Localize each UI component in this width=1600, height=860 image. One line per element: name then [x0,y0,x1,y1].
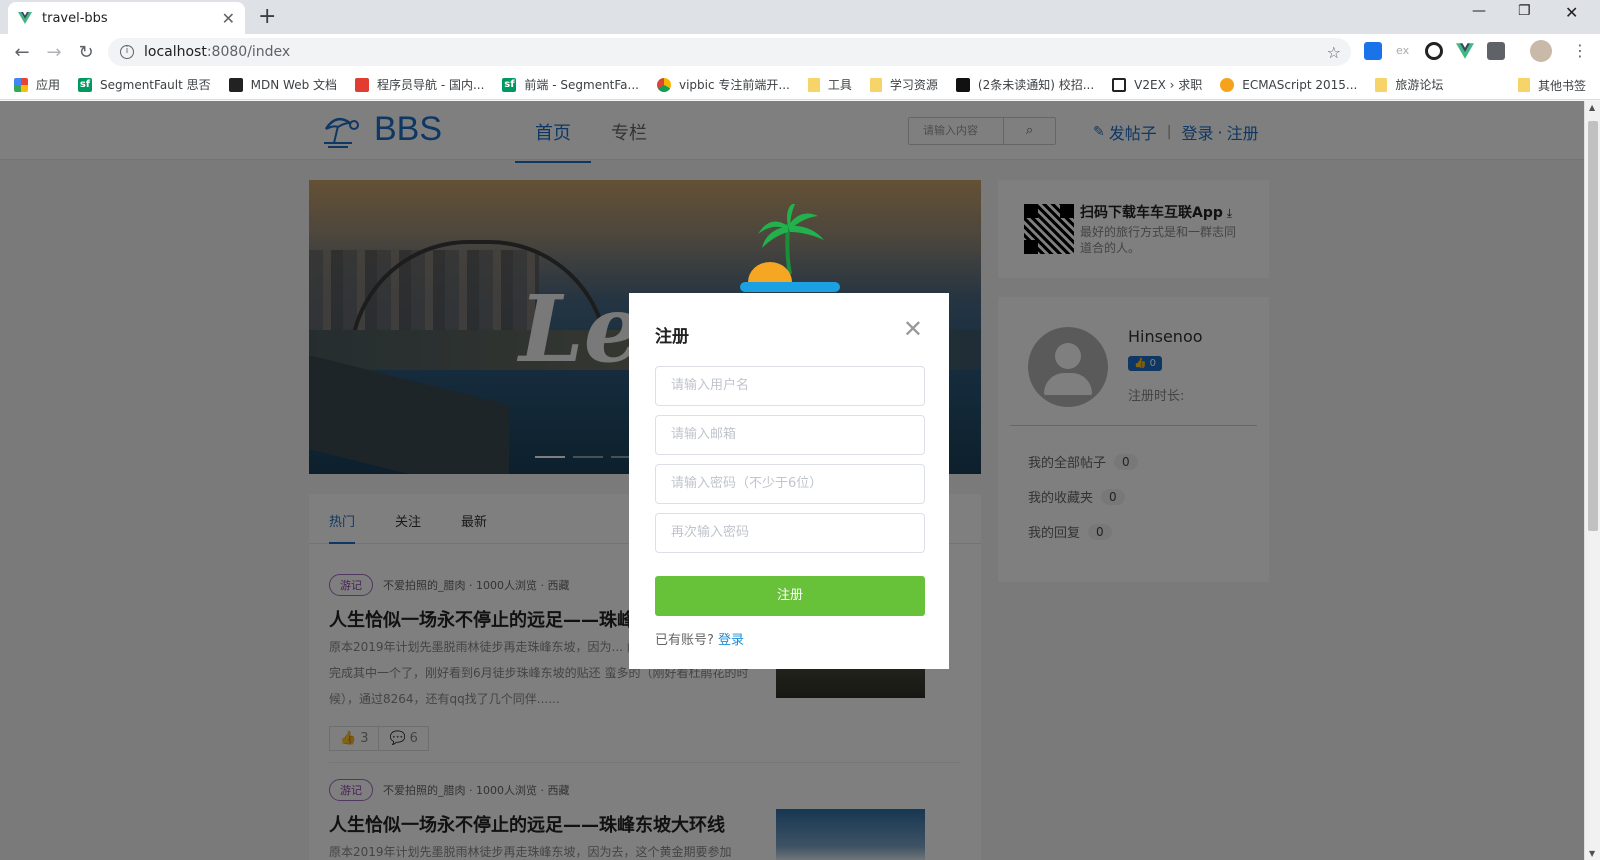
bookmark-apps[interactable]: 应用 [14,76,60,93]
bookmark-label: (2条未读通知) 校招... [977,78,1095,92]
bookmark-label: 其他书签 [1537,78,1586,93]
restore-icon[interactable]: ❐ [1518,3,1531,19]
bookmark-star-icon[interactable]: ☆ [1327,43,1341,62]
bookmark-label: 工具 [827,78,852,92]
scrollbar-thumb[interactable] [1588,121,1598,531]
extension-ring-icon[interactable] [1425,42,1443,60]
forward-icon[interactable]: → [38,42,70,63]
extension-vue-icon[interactable] [1456,42,1474,60]
browser-menu-icon[interactable]: ⋮ [1572,42,1590,60]
bookmark-coder-nav[interactable]: 程序员导航 - 国内... [355,76,484,93]
bookmark-label: 前端 - SegmentFa... [524,78,639,92]
register-submit-button[interactable]: 注册 [655,576,925,616]
confirm-password-field[interactable]: 再次输入密码 [655,513,925,553]
bookmark-segmentfault-fe[interactable]: sf 前端 - SegmentFa... [502,76,639,93]
modal-title: 注册 [655,327,689,347]
coder-nav-icon [355,77,370,92]
folder-icon [807,77,820,92]
browser-tab[interactable]: travel-bbs ✕ [8,2,245,34]
bookmarks-bar: 应用 sf SegmentFault 思否 MDN Web 文档 程序员导航 -… [0,70,1600,100]
folder-icon [1375,77,1388,92]
segmentfault-icon: sf [502,77,517,92]
v2ex-icon [1112,77,1127,92]
bookmark-label: 旅游论坛 [1395,78,1444,92]
scroll-up-icon[interactable]: ▲ [1589,103,1595,112]
palm-island-icon [740,204,840,292]
bookmark-v2ex[interactable]: V2EX › 求职 [1112,76,1202,93]
extension-save-icon[interactable] [1364,42,1382,60]
folder-icon [1517,78,1530,92]
bookmark-other[interactable]: 其他书签 [1517,70,1586,99]
vipbic-icon [656,77,671,92]
vue-icon [18,12,32,24]
apps-grid-icon [14,77,28,92]
scroll-down-icon[interactable]: ▼ [1589,849,1595,858]
tab-title: travel-bbs [42,10,108,26]
bookmark-ecma[interactable]: ECMAScript 2015... [1220,77,1358,92]
login-link[interactable]: 登录 [718,633,744,648]
bookmark-label: SegmentFault 思否 [100,78,211,92]
page-scrollbar[interactable]: ▲ ▼ [1584,101,1600,860]
bookmark-label: 学习资源 [889,78,938,92]
bookmark-folder-tools[interactable]: 工具 [807,76,852,93]
have-account-text: 已有账号? [655,633,714,648]
segmentfault-icon: sf [78,77,93,92]
bookmark-vipbic[interactable]: vipbic 专注前端开... [656,76,790,93]
email-field[interactable]: 请输入邮箱 [655,415,925,455]
bookmark-segmentfault[interactable]: sf SegmentFault 思否 [78,76,211,93]
reload-icon[interactable]: ↻ [70,42,102,63]
username-field[interactable]: 请输入用户名 [655,366,925,406]
extension-cast-icon[interactable] [1487,42,1505,60]
bookmark-mdn[interactable]: MDN Web 文档 [228,76,338,93]
minimize-icon[interactable]: — [1472,3,1486,19]
bookmark-label: ECMAScript 2015... [1242,77,1358,92]
bookmark-label: vipbic 专注前端开... [678,78,790,92]
browser-tabbar: travel-bbs ✕ + — ❐ ✕ [0,0,1600,34]
ecma-icon [1220,77,1235,92]
url-field[interactable]: i localhost:8080/index ☆ [108,38,1351,66]
bookmark-label: 应用 [36,78,61,92]
info-icon[interactable]: i [120,45,134,59]
tab-close-icon[interactable]: ✕ [222,9,235,28]
bookmark-nowcoder[interactable]: (2条未读通知) 校招... [955,76,1095,93]
register-modal: 注册 ✕ 请输入用户名 请输入邮箱 请输入密码（不少于6位） 再次输入密码 注册… [629,293,949,669]
profile-avatar-icon[interactable] [1530,40,1552,62]
bookmark-label: MDN Web 文档 [250,78,338,92]
window-close-icon[interactable]: ✕ [1565,3,1578,22]
url-host: localhost [144,44,207,60]
bookmark-folder-travel[interactable]: 旅游论坛 [1375,76,1443,93]
close-icon[interactable]: ✕ [903,317,923,341]
bookmark-folder-learning[interactable]: 学习资源 [869,76,938,93]
new-tab-icon[interactable]: + [258,4,276,29]
login-switch: 已有账号? 登录 [655,629,744,648]
extension-ex-icon[interactable]: ex [1396,42,1414,60]
password-field[interactable]: 请输入密码（不少于6位） [655,464,925,504]
bookmark-label: 程序员导航 - 国内... [377,78,485,92]
folder-icon [869,77,882,92]
address-bar: ← → ↻ i localhost:8080/index ☆ [0,34,1600,70]
nowcoder-icon [955,77,970,92]
url-rest: :8080/index [206,44,291,60]
bookmark-label: V2EX › 求职 [1134,78,1203,92]
back-icon[interactable]: ← [6,42,38,63]
mdn-icon [228,77,243,92]
